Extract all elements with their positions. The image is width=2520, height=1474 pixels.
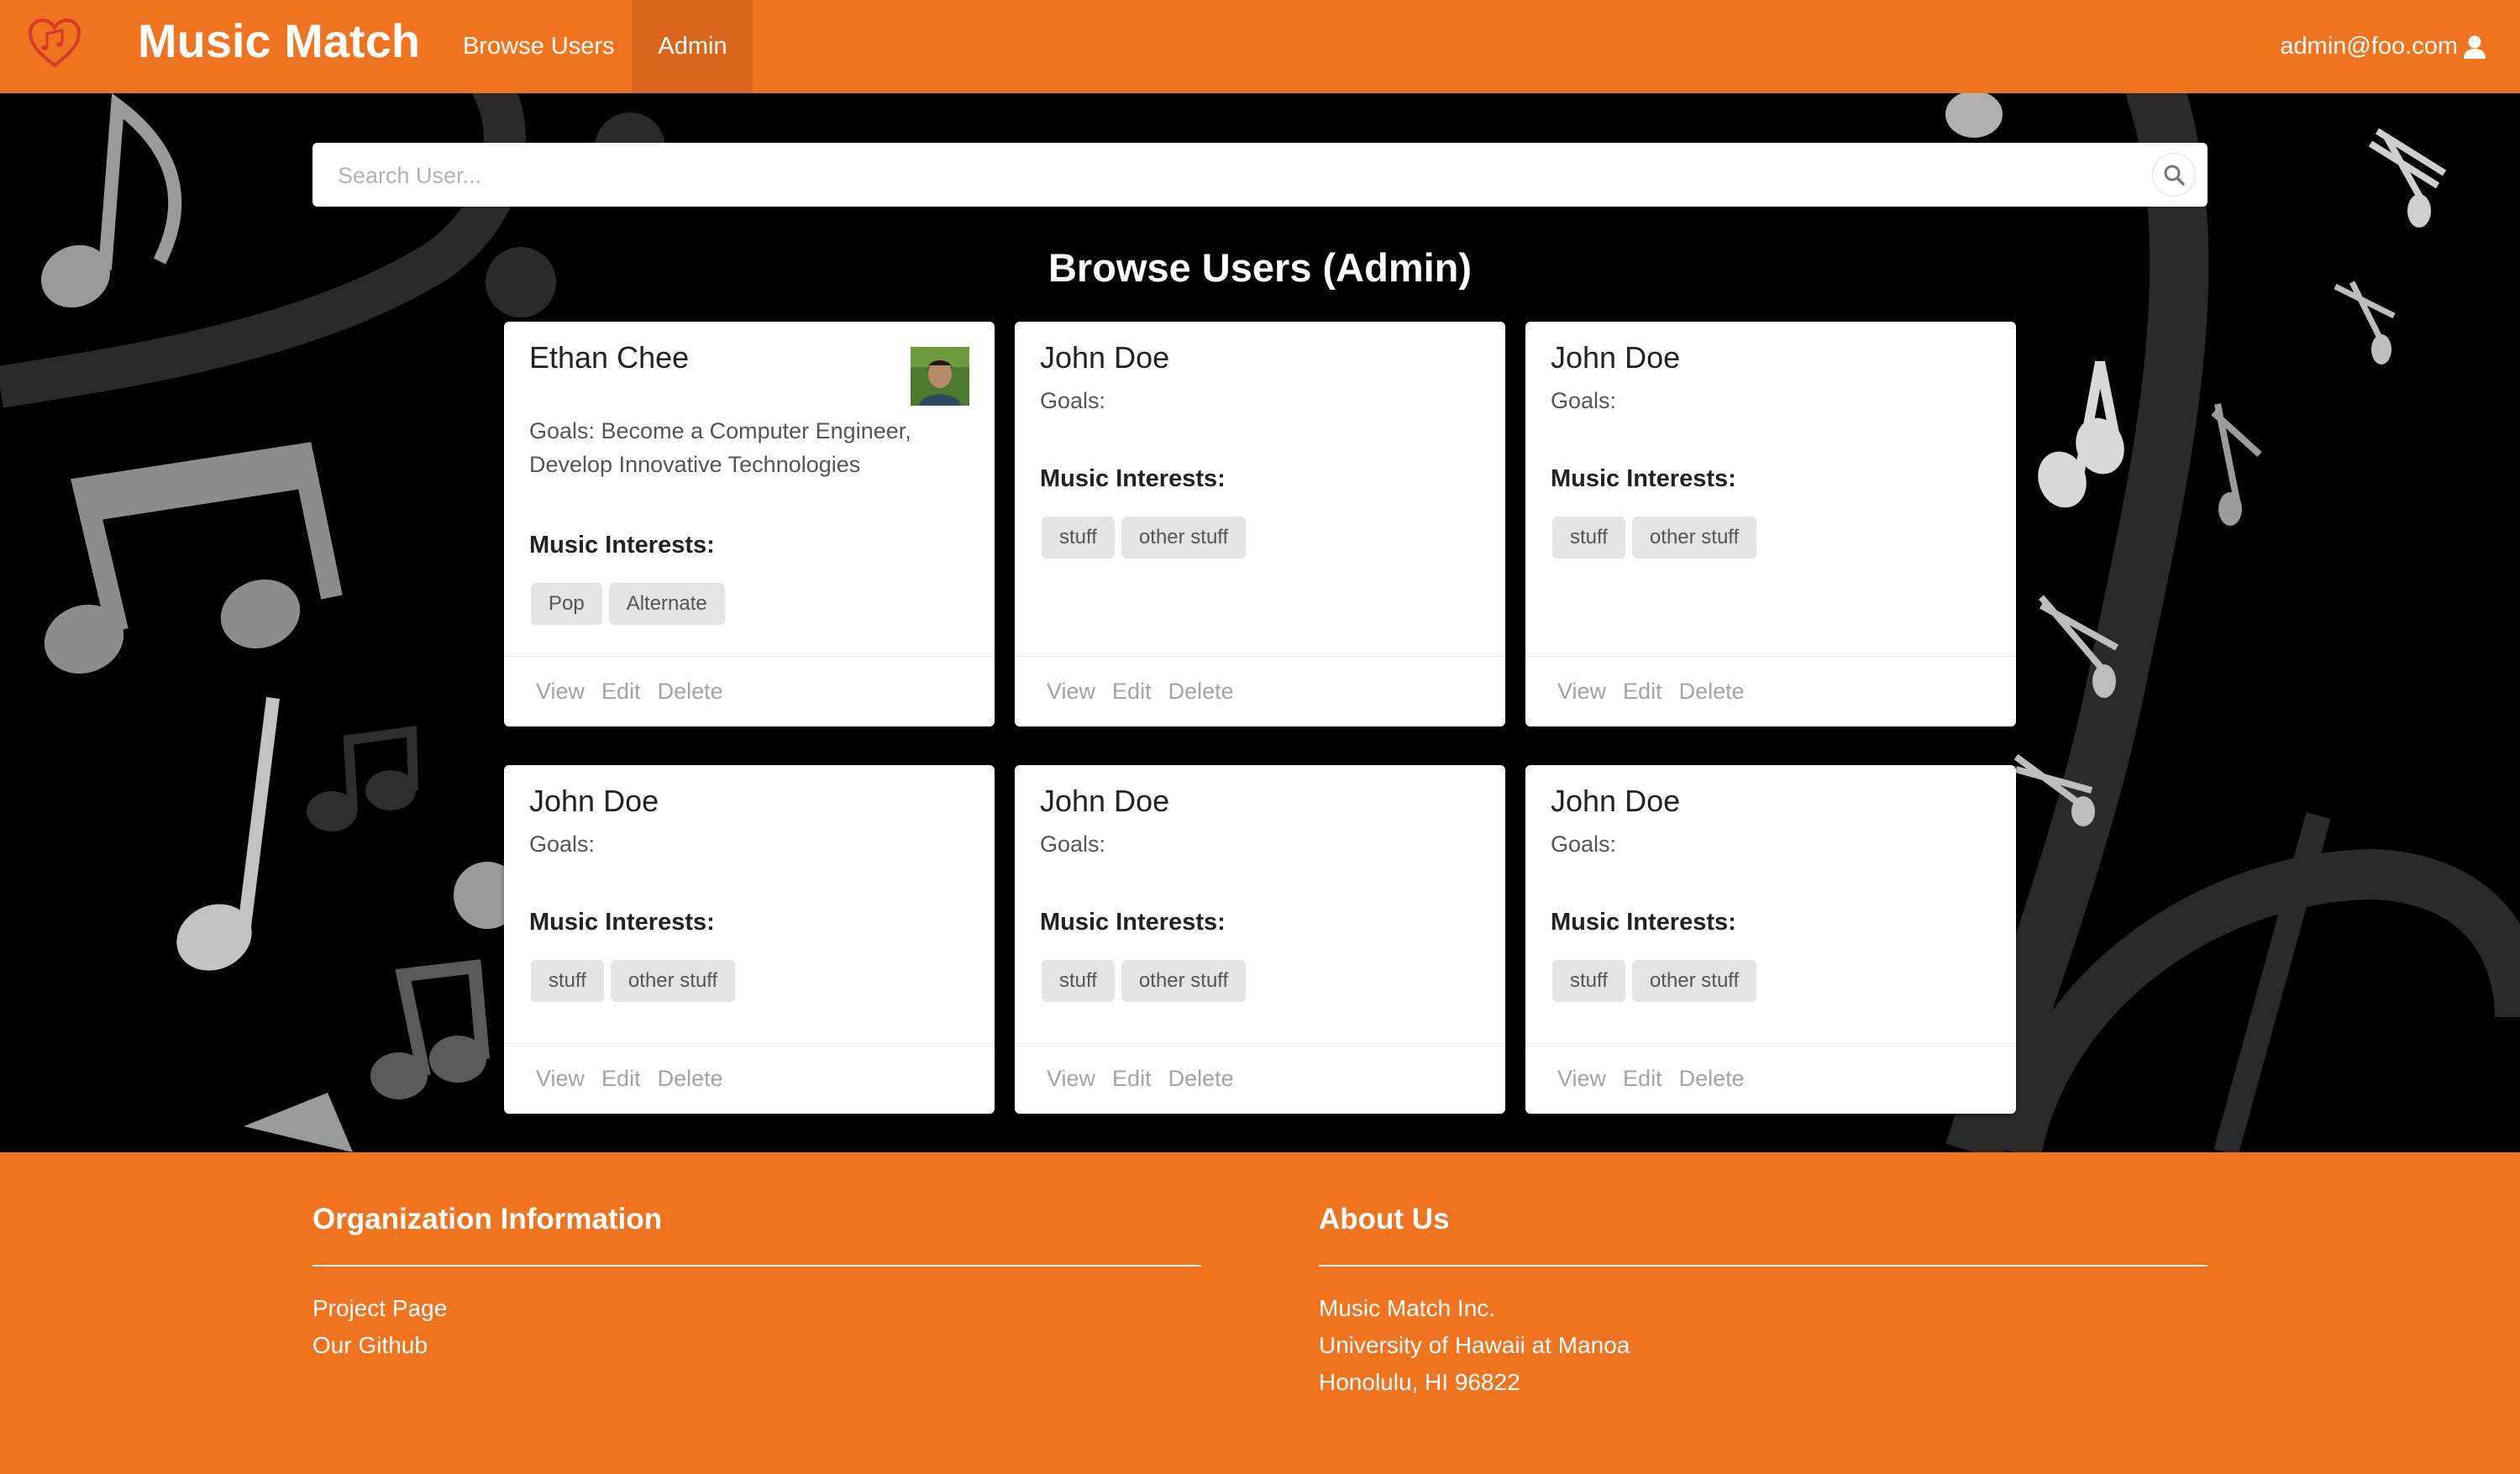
card-goals: Goals: <box>529 831 596 857</box>
card-name: John Doe <box>529 784 659 818</box>
navbar: Music Match Browse Users Admin admin@foo… <box>0 0 2520 93</box>
interest-tag: stuff <box>1552 517 1625 559</box>
footer-about-section: About Us Music Match Inc. University of … <box>1319 1199 2208 1401</box>
card-name: John Doe <box>1551 340 1681 375</box>
interest-tag: stuff <box>1552 960 1625 1002</box>
card-actions: View Edit Delete <box>1015 656 1505 727</box>
nav-admin[interactable]: Admin <box>633 0 753 93</box>
footer: Organization Information Project Page Ou… <box>0 1152 2520 1474</box>
card-goals: Goals: <box>1551 388 1617 413</box>
view-link[interactable]: View <box>536 679 585 705</box>
music-interests-label: Music Interests: <box>529 909 715 936</box>
github-link[interactable]: Our Github <box>312 1327 1201 1364</box>
user-card: John Doe Goals: Music Interests: stuff o… <box>1015 322 1505 727</box>
delete-link[interactable]: Delete <box>658 1066 723 1092</box>
search-bar <box>312 143 2208 208</box>
card-name: John Doe <box>1551 784 1681 818</box>
interest-tags: Pop Alternate <box>531 583 725 625</box>
brand-title[interactable]: Music Match <box>138 12 420 71</box>
about-line: Honolulu, HI 96822 <box>1319 1369 1520 1395</box>
nav-browse-users[interactable]: Browse Users <box>436 0 642 93</box>
interest-tag: stuff <box>1042 960 1115 1002</box>
interest-tag: other stuff <box>1121 517 1247 559</box>
footer-divider <box>1319 1265 2208 1267</box>
card-goals: Goals: <box>1040 388 1106 413</box>
page-title: Browse Users (Admin) <box>1047 245 1473 290</box>
card-goals: Goals: Become a Computer Engineer, Devel… <box>529 418 911 477</box>
interest-tags: stuff other stuff <box>1042 517 1247 559</box>
view-link[interactable]: View <box>1047 1066 1095 1092</box>
edit-link[interactable]: Edit <box>601 679 641 705</box>
card-goals: Goals: <box>1551 831 1617 857</box>
card-actions: View Edit Delete <box>504 656 995 727</box>
user-card: John Doe Goals: Music Interests: stuff o… <box>1525 765 2016 1114</box>
interest-tag: other stuff <box>1121 960 1247 1002</box>
view-link[interactable]: View <box>1557 679 1606 705</box>
user-menu[interactable]: admin@foo.com <box>2280 0 2486 93</box>
heart-music-icon[interactable] <box>27 17 82 69</box>
interest-tags: stuff other stuff <box>531 960 736 1002</box>
main-content: Browse Users (Admin) Ethan Chee Goals: B… <box>0 93 2520 1152</box>
view-link[interactable]: View <box>1047 679 1095 705</box>
interest-tag: stuff <box>1042 517 1115 559</box>
card-name: John Doe <box>1040 340 1170 375</box>
about-line: Music Match Inc. <box>1319 1295 1496 1321</box>
footer-org-section: Organization Information Project Page Ou… <box>312 1199 1201 1364</box>
interest-tags: stuff other stuff <box>1552 960 1757 1002</box>
delete-link[interactable]: Delete <box>658 679 723 705</box>
edit-link[interactable]: Edit <box>1112 1066 1152 1092</box>
view-link[interactable]: View <box>1557 1066 1606 1092</box>
footer-divider <box>312 1265 1201 1267</box>
card-actions: View Edit Delete <box>1525 1043 2016 1114</box>
edit-link[interactable]: Edit <box>601 1066 641 1092</box>
interest-tags: stuff other stuff <box>1042 960 1247 1002</box>
search-icon <box>2164 165 2185 186</box>
delete-link[interactable]: Delete <box>1168 679 1234 705</box>
interest-tag: Alternate <box>608 583 725 625</box>
card-goals: Goals: <box>1040 831 1106 857</box>
music-interests-label: Music Interests: <box>1551 465 1736 492</box>
card-name: John Doe <box>1040 784 1170 818</box>
search-input[interactable] <box>336 143 2103 208</box>
user-card: John Doe Goals: Music Interests: stuff o… <box>1525 322 2016 727</box>
interest-tag: other stuff <box>1631 960 1757 1002</box>
user-card: Ethan Chee Goals: Become a Computer Engi… <box>504 322 995 727</box>
footer-org-title: Organization Information <box>312 1203 663 1235</box>
interest-tag: other stuff <box>1631 517 1757 559</box>
card-actions: View Edit Delete <box>504 1043 995 1114</box>
user-email: admin@foo.com <box>2280 33 2458 60</box>
user-icon <box>2464 35 2486 59</box>
card-actions: View Edit Delete <box>1525 656 2016 727</box>
interest-tag: other stuff <box>610 960 736 1002</box>
interest-tag: Pop <box>531 583 602 625</box>
project-page-link[interactable]: Project Page <box>312 1290 1201 1327</box>
edit-link[interactable]: Edit <box>1623 679 1662 705</box>
delete-link[interactable]: Delete <box>1679 1066 1745 1092</box>
about-line: University of Hawaii at Manoa <box>1319 1332 1630 1358</box>
interest-tags: stuff other stuff <box>1552 517 1757 559</box>
user-card: John Doe Goals: Music Interests: stuff o… <box>1015 765 1505 1114</box>
interest-tag: stuff <box>531 960 604 1002</box>
music-interests-label: Music Interests: <box>1040 465 1226 492</box>
music-interests-label: Music Interests: <box>1551 909 1736 936</box>
card-actions: View Edit Delete <box>1015 1043 1505 1114</box>
delete-link[interactable]: Delete <box>1168 1066 1234 1092</box>
edit-link[interactable]: Edit <box>1623 1066 1662 1092</box>
user-card: John Doe Goals: Music Interests: stuff o… <box>504 765 995 1114</box>
music-interests-label: Music Interests: <box>1040 909 1226 936</box>
card-name: Ethan Chee <box>529 340 690 375</box>
music-interests-label: Music Interests: <box>529 532 715 559</box>
edit-link[interactable]: Edit <box>1112 679 1152 705</box>
delete-link[interactable]: Delete <box>1679 679 1745 705</box>
view-link[interactable]: View <box>536 1066 585 1092</box>
footer-about-title: About Us <box>1319 1203 1450 1235</box>
search-button[interactable] <box>2152 153 2196 197</box>
avatar <box>911 347 969 406</box>
